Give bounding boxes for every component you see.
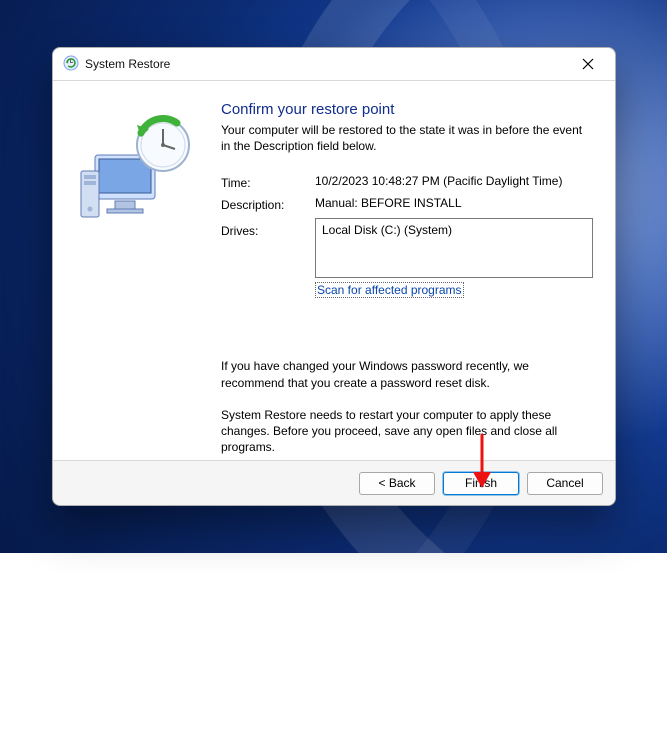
finish-button[interactable]: Finish	[443, 472, 519, 495]
drive-entry[interactable]: Local Disk (C:) (System)	[322, 223, 586, 237]
close-button[interactable]	[567, 50, 609, 78]
description-value: Manual: BEFORE INSTALL	[315, 196, 593, 210]
close-icon	[582, 58, 594, 70]
wizard-footer: < Back Finish Cancel	[53, 460, 615, 505]
scan-affected-programs-link[interactable]: Scan for affected programs	[315, 282, 464, 298]
drives-label: Drives:	[221, 218, 309, 238]
page-intro: Your computer will be restored to the st…	[221, 122, 593, 154]
restore-point-fields: Time: 10/2/2023 10:48:27 PM (Pacific Day…	[221, 174, 593, 298]
window-title: System Restore	[79, 57, 567, 71]
description-label: Description:	[221, 196, 309, 212]
system-restore-dialog: System Restore	[52, 47, 616, 506]
titlebar: System Restore	[53, 48, 615, 81]
system-restore-icon	[77, 109, 197, 229]
app-icon	[63, 55, 79, 74]
page-heading: Confirm your restore point	[221, 101, 593, 118]
drives-listbox[interactable]: Local Disk (C:) (System)	[315, 218, 593, 278]
password-note: If you have changed your Windows passwor…	[221, 358, 581, 390]
restart-note: System Restore needs to restart your com…	[221, 407, 581, 456]
dialog-body: Confirm your restore point Your computer…	[53, 81, 615, 460]
back-button[interactable]: < Back	[359, 472, 435, 495]
cancel-button[interactable]: Cancel	[527, 472, 603, 495]
wizard-content: Confirm your restore point Your computer…	[221, 81, 615, 460]
time-label: Time:	[221, 174, 309, 190]
wizard-sidebar	[53, 81, 221, 460]
time-value: 10/2/2023 10:48:27 PM (Pacific Daylight …	[315, 174, 593, 188]
